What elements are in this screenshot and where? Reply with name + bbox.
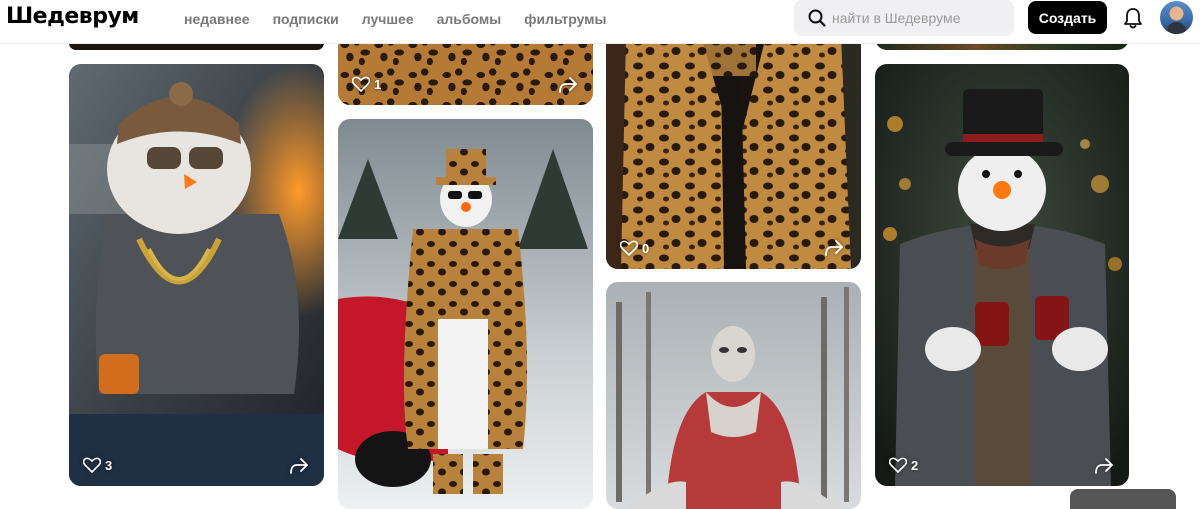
nav-best[interactable]: лучшее (362, 11, 414, 27)
share-icon (559, 77, 577, 93)
card-image (606, 282, 861, 509)
like-button[interactable]: 1 (352, 76, 381, 92)
avatar[interactable] (1160, 1, 1193, 34)
nav-filtrums[interactable]: фильтрумы (524, 11, 606, 27)
nav-albums[interactable]: альбомы (437, 11, 502, 27)
like-button[interactable]: 2 (889, 457, 918, 473)
nav-recent[interactable]: недавнее (184, 11, 250, 27)
feed-card[interactable]: 1 (338, 36, 593, 105)
share-button[interactable] (288, 456, 310, 476)
feed-card[interactable]: 0 (606, 36, 861, 269)
create-button[interactable]: Создать (1028, 1, 1107, 34)
heart-icon (620, 240, 638, 256)
heart-icon (83, 457, 101, 473)
share-icon (1095, 458, 1113, 474)
like-button[interactable]: 3 (83, 457, 112, 473)
heart-icon (352, 76, 370, 92)
share-icon (825, 240, 843, 256)
feed-card[interactable]: 3 (69, 64, 324, 486)
like-button[interactable]: 0 (620, 240, 649, 256)
share-button[interactable] (1093, 456, 1115, 476)
bell-icon[interactable] (1122, 6, 1144, 30)
card-image (875, 64, 1129, 486)
card-image (69, 64, 324, 486)
share-button[interactable] (823, 238, 845, 258)
main-nav: недавнее подписки лучшее альбомы фильтру… (184, 11, 630, 27)
card-image (338, 119, 593, 509)
feed-card[interactable] (338, 119, 593, 509)
like-count: 1 (374, 76, 382, 92)
logo[interactable]: Шедеврум (6, 4, 139, 29)
search-box[interactable] (794, 0, 1014, 36)
heart-icon (889, 457, 907, 473)
like-count: 2 (911, 457, 919, 473)
card-image (338, 36, 593, 105)
feed-card[interactable] (606, 282, 861, 509)
search-icon (808, 9, 826, 27)
feed-card[interactable]: 2 (875, 64, 1129, 486)
like-count: 0 (642, 240, 650, 256)
search-input[interactable] (832, 0, 1007, 36)
share-icon (290, 458, 308, 474)
share-button[interactable] (557, 75, 579, 95)
like-count: 3 (105, 457, 113, 473)
card-image (606, 36, 861, 269)
floating-panel-edge[interactable] (1070, 489, 1176, 509)
top-bar: Шедеврум недавнее подписки лучшее альбом… (0, 0, 1200, 44)
nav-subscriptions[interactable]: подписки (273, 11, 339, 27)
